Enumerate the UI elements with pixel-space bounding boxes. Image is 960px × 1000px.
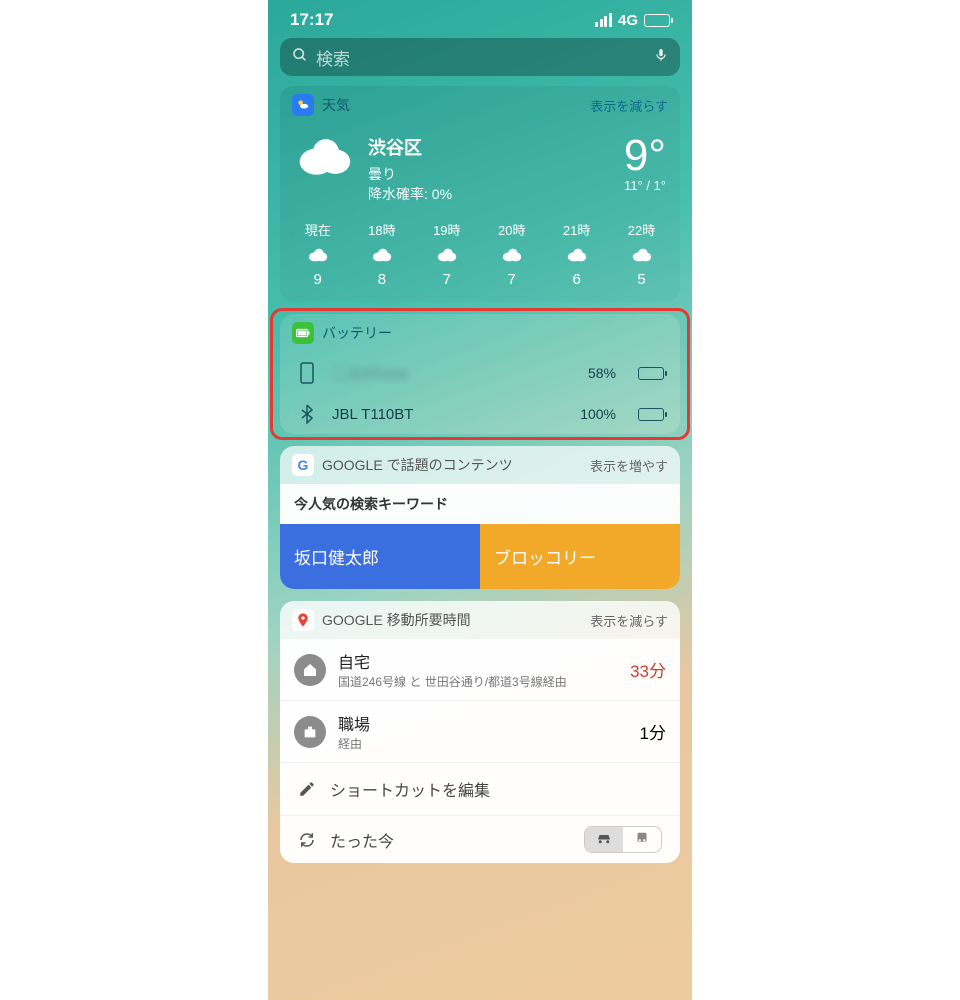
work-icon: [294, 716, 326, 748]
home-icon: [294, 654, 326, 686]
google-trends-title: GOOGLE で話題のコンテンツ: [322, 455, 582, 475]
phone-icon: [296, 362, 318, 384]
trend-item[interactable]: ブロッコリー: [480, 524, 680, 589]
edit-shortcuts-button[interactable]: ショートカットを編集: [280, 763, 680, 816]
weather-title: 天気: [322, 95, 582, 115]
cloud-icon: [501, 247, 523, 263]
weather-show-less[interactable]: 表示を減らす: [590, 96, 668, 115]
battery-level-icon: [638, 367, 664, 380]
hour-temp: 7: [443, 271, 451, 288]
cloud-icon: [566, 247, 588, 263]
hourly-forecast: 現在 9 18時 8 19時 7 20時 7 21時 6 22時 5: [280, 210, 680, 302]
travel-time-widget[interactable]: GOOGLE 移動所要時間 表示を減らす 自宅 国道246号線 と 世田谷通り/…: [280, 601, 680, 863]
transport-mode-toggle[interactable]: [584, 826, 662, 853]
weather-hilo: 11° / 1°: [624, 178, 666, 193]
trend-item[interactable]: 坂口健太郎: [280, 524, 480, 589]
device-name: JBL T110BT: [332, 406, 566, 423]
battery-icon: [644, 14, 670, 27]
travel-duration: 33分: [630, 657, 666, 682]
hour-temp: 5: [637, 271, 645, 288]
signal-icon: [595, 13, 612, 27]
travel-title: GOOGLE 移動所要時間: [322, 610, 582, 630]
travel-duration: 1分: [640, 719, 666, 744]
car-mode-icon[interactable]: [585, 827, 623, 852]
weather-condition: 曇り: [368, 164, 610, 184]
cloud-icon: [307, 247, 329, 263]
bluetooth-icon: [296, 404, 318, 424]
battery-device-row: JBL T110BT 100%: [280, 394, 680, 434]
travel-show-less[interactable]: 表示を減らす: [590, 611, 668, 630]
google-trends-widget[interactable]: G GOOGLE で話題のコンテンツ 表示を増やす 今人気の検索キーワード 坂口…: [280, 446, 680, 589]
weather-location: 渋谷区: [368, 134, 610, 160]
battery-device-row: このiPhone 58%: [280, 352, 680, 394]
battery-title: バッテリー: [322, 323, 668, 343]
hour-label: 20時: [498, 220, 525, 239]
hour-temp: 9: [314, 271, 322, 288]
destination-route: 国道246号線 と 世田谷通り/都道3号線経由: [338, 673, 618, 690]
status-time: 17:17: [290, 10, 333, 30]
weather-precip: 降水確率: 0%: [368, 184, 610, 204]
battery-app-icon: [292, 322, 314, 344]
hour-label: 22時: [628, 220, 655, 239]
battery-widget[interactable]: バッテリー このiPhone 58% JBL T110BT 100%: [280, 314, 680, 434]
hour-label: 18時: [368, 220, 395, 239]
maps-icon: [292, 609, 314, 631]
hour-temp: 8: [378, 271, 386, 288]
search-placeholder: 検索: [316, 45, 646, 70]
network-label: 4G: [618, 12, 638, 29]
weather-app-icon: [292, 94, 314, 116]
weather-widget[interactable]: 天気 表示を減らす 渋谷区 曇り 降水確率: 0% 9° 11° / 1° 現在…: [280, 86, 680, 302]
search-icon: [292, 47, 308, 68]
edit-shortcuts-label: ショートカットを編集: [330, 777, 490, 801]
hour-label: 21時: [563, 220, 590, 239]
weather-temp: 9°: [624, 134, 666, 178]
status-bar: 17:17 4G: [268, 0, 692, 32]
cloud-icon: [631, 247, 653, 263]
device-percent: 100%: [580, 406, 616, 422]
google-icon: G: [292, 454, 314, 476]
travel-destination-row[interactable]: 自宅 国道246号線 と 世田谷通り/都道3号線経由 33分: [280, 639, 680, 701]
pencil-icon: [298, 780, 316, 798]
battery-level-icon: [638, 408, 664, 421]
hour-temp: 6: [572, 271, 580, 288]
trending-header: 今人気の検索キーワード: [280, 484, 680, 524]
train-mode-icon[interactable]: [623, 827, 661, 852]
mic-icon[interactable]: [654, 46, 668, 69]
google-trends-show-more[interactable]: 表示を増やす: [590, 456, 668, 475]
last-updated-label: たった今: [330, 828, 394, 852]
travel-destination-row[interactable]: 職場 経由 1分: [280, 701, 680, 763]
cloud-icon: [371, 247, 393, 263]
search-input[interactable]: 検索: [280, 38, 680, 76]
device-percent: 58%: [588, 365, 616, 381]
device-name: このiPhone: [332, 363, 574, 384]
cloud-icon: [436, 247, 458, 263]
hour-temp: 7: [508, 271, 516, 288]
destination-name: 自宅: [338, 649, 618, 673]
cloud-icon: [294, 134, 354, 178]
refresh-icon[interactable]: [298, 831, 316, 849]
hour-label: 現在: [305, 220, 331, 239]
destination-name: 職場: [338, 711, 628, 735]
destination-route: 経由: [338, 735, 628, 752]
hour-label: 19時: [433, 220, 460, 239]
